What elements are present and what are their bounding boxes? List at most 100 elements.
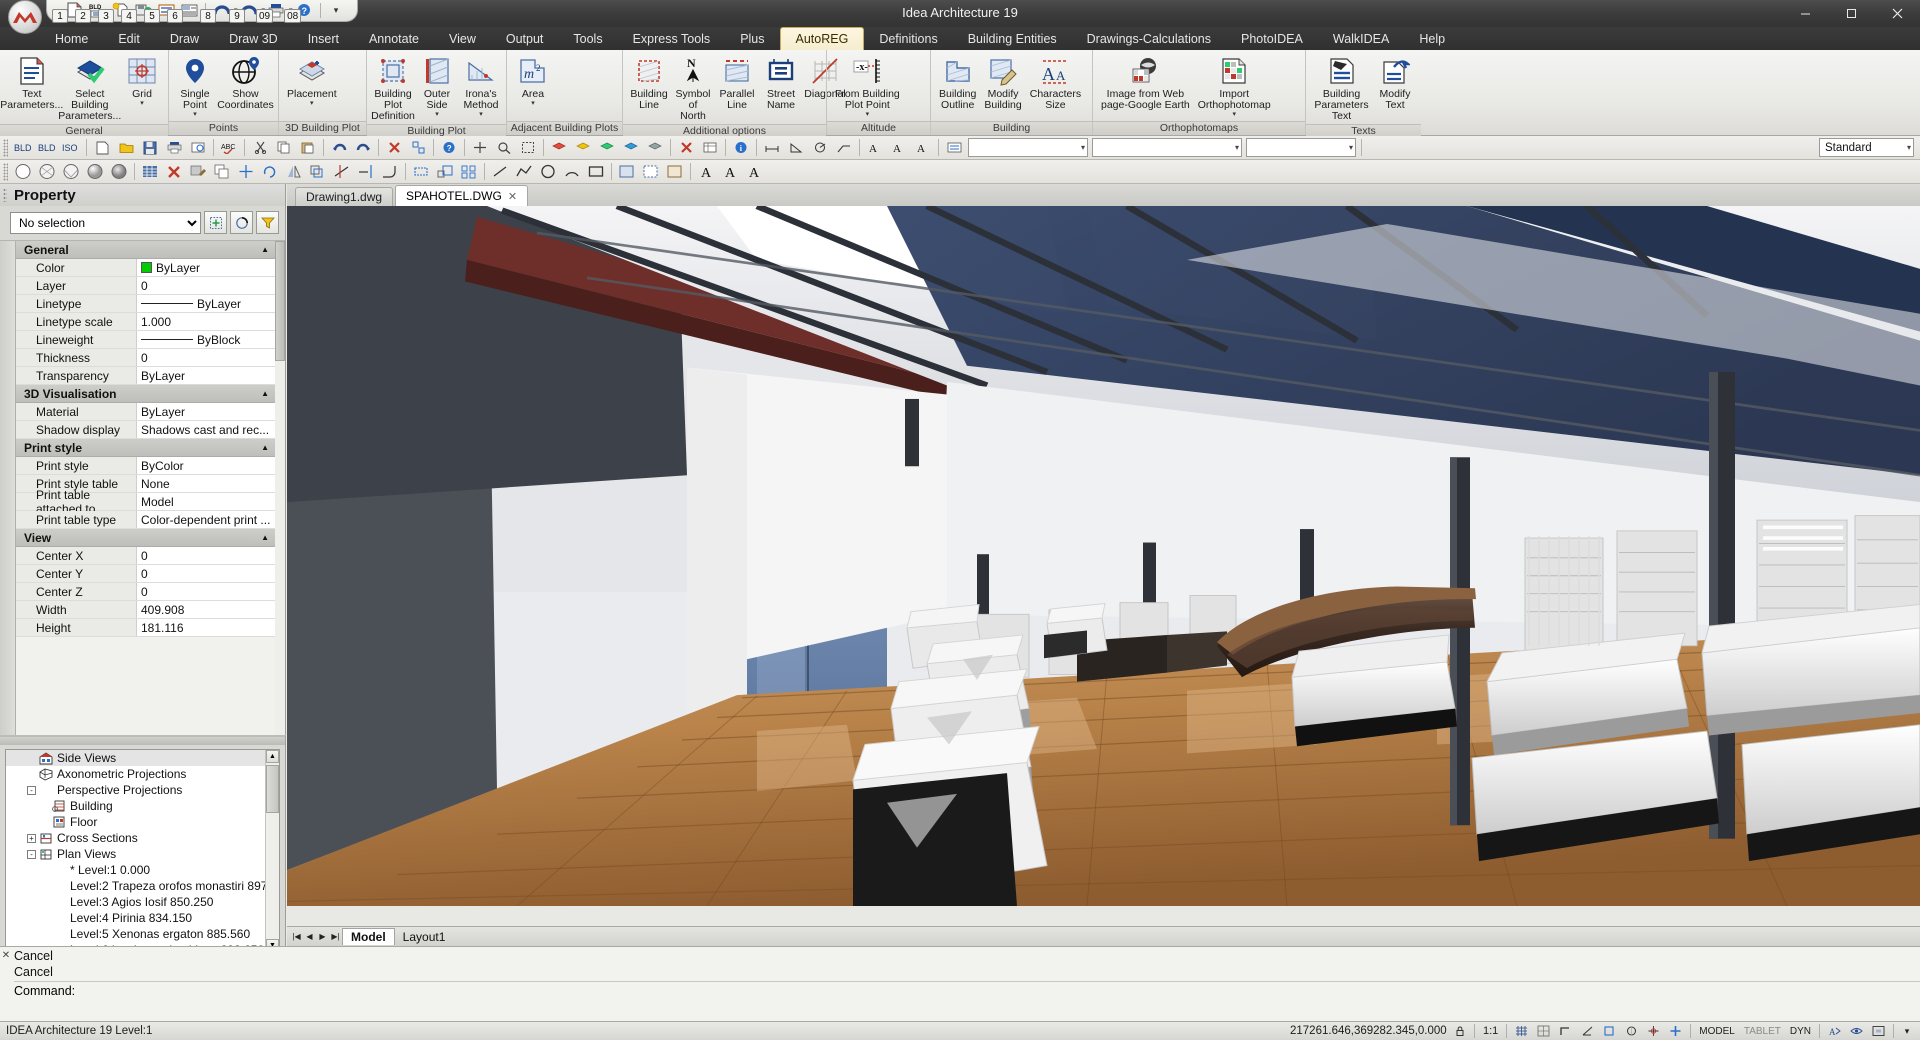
- offset-icon[interactable]: [307, 161, 329, 182]
- hatch-icon[interactable]: [139, 161, 161, 182]
- property-value-cell[interactable]: 0: [137, 277, 275, 294]
- command-close-icon[interactable]: ✕: [0, 947, 12, 1021]
- tree-toggle-box[interactable]: -: [27, 786, 36, 795]
- erase-red-x-icon[interactable]: [383, 137, 405, 158]
- layer-bld-button[interactable]: BLD: [12, 137, 34, 158]
- paste-icon[interactable]: [297, 137, 319, 158]
- circle-icon[interactable]: [537, 161, 559, 182]
- ribbon-button-street-name[interactable]: Street Name: [759, 53, 803, 113]
- layer-blue-icon[interactable]: [620, 137, 642, 158]
- copy-icon[interactable]: [273, 137, 295, 158]
- tree-node[interactable]: Level:5 Xenonas ergaton 885.560: [6, 926, 279, 942]
- zoom-window-icon[interactable]: [493, 137, 515, 158]
- property-value-cell[interactable]: 181.116: [137, 619, 275, 636]
- ribbon-tab-output[interactable]: Output: [491, 27, 559, 50]
- ribbon-button-area-m2[interactable]: m2Area▾: [511, 53, 555, 110]
- property-row[interactable]: LinetypeByLayer: [16, 295, 275, 313]
- shade-3d-wireframe-icon[interactable]: [36, 161, 58, 182]
- property-row[interactable]: Thickness0: [16, 349, 275, 367]
- property-row[interactable]: Layer0: [16, 277, 275, 295]
- zoom-extents-icon[interactable]: [517, 137, 539, 158]
- fillet-icon[interactable]: [379, 161, 401, 182]
- help-toolbar-icon[interactable]: ?: [438, 137, 460, 158]
- ribbon-button-show-coordinates[interactable]: Show Coordinates: [217, 53, 274, 113]
- property-value-cell[interactable]: Model: [137, 493, 275, 510]
- tree-expand-toggle[interactable]: +: [25, 830, 38, 846]
- property-row[interactable]: ColorByLayer: [16, 259, 275, 277]
- text-style-icon[interactable]: A: [888, 137, 910, 158]
- tree-scroll-thumb[interactable]: [266, 765, 279, 813]
- tree-node[interactable]: Axonometric Projections: [6, 766, 279, 782]
- tree-scroll-up-button[interactable]: ▲: [266, 750, 279, 763]
- ribbon-button-building-line[interactable]: Building Line: [627, 53, 671, 113]
- ribbon-button-ironas-method[interactable]: Irona's Method▾: [459, 53, 503, 121]
- ribbon-tab-annotate[interactable]: Annotate: [354, 27, 434, 50]
- chevron-toggle-icon[interactable]: ▲: [261, 389, 269, 398]
- ribbon-tab-edit[interactable]: Edit: [103, 27, 155, 50]
- ribbon-tab-draw[interactable]: Draw: [155, 27, 214, 50]
- close-icon[interactable]: ✕: [508, 190, 517, 203]
- layout-nav-button-3[interactable]: ▶|: [329, 930, 342, 944]
- move-icon[interactable]: [235, 161, 257, 182]
- copy-object-icon[interactable]: [211, 161, 233, 182]
- document-tab[interactable]: SPAHOTEL.DWG✕: [395, 185, 528, 206]
- panel-grip[interactable]: [3, 188, 7, 202]
- tree-node[interactable]: Level:3 Agios Iosif 850.250: [6, 894, 279, 910]
- delete-red-x-icon-2[interactable]: [163, 161, 185, 182]
- property-row[interactable]: TransparencyByLayer: [16, 367, 275, 385]
- dyn-input-button[interactable]: [1665, 1023, 1686, 1039]
- layer-props-icon[interactable]: [943, 137, 965, 158]
- ribbon-button-single-point[interactable]: Single Point▾: [173, 53, 217, 121]
- tree-node[interactable]: +Cross Sections: [6, 830, 279, 846]
- drawing-canvas[interactable]: [287, 206, 1920, 906]
- layout-tab[interactable]: Model: [342, 928, 395, 945]
- toolbar-grip-2[interactable]: [3, 163, 8, 181]
- explode-icon[interactable]: [407, 137, 429, 158]
- ribbon-button-building-parameters-text[interactable]: Building Parameters Text: [1310, 53, 1373, 124]
- ribbon-button-import-orthophotomap[interactable]: Import Orthophotomap▾: [1194, 53, 1275, 121]
- ribbon-tab-view[interactable]: View: [434, 27, 491, 50]
- edit-hatch-icon[interactable]: [187, 161, 209, 182]
- command-prompt[interactable]: Command:: [14, 981, 1920, 999]
- dim-radius-icon[interactable]: [809, 137, 831, 158]
- open-folder-icon[interactable]: [115, 137, 137, 158]
- tree-node[interactable]: Floor: [6, 814, 279, 830]
- tree-node[interactable]: Side Views: [6, 750, 279, 766]
- wblock-icon[interactable]: [664, 161, 686, 182]
- tree-toggle-box[interactable]: -: [27, 850, 36, 859]
- qat-overflow-button[interactable]: ▾: [326, 1, 347, 20]
- ribbon-tab-help[interactable]: Help: [1404, 27, 1460, 50]
- ribbon-button-outer-side[interactable]: Outer Side▾: [415, 53, 459, 121]
- ribbon-button-select-building-parameters[interactable]: Select Building Parameters...: [60, 53, 120, 124]
- layer-iso-button[interactable]: ISO: [60, 137, 82, 158]
- status-model-label[interactable]: MODEL: [1695, 1023, 1739, 1039]
- tree-node[interactable]: * Level:1 0.000: [6, 862, 279, 878]
- extend-icon[interactable]: [355, 161, 377, 182]
- property-value-cell[interactable]: ByLayer: [137, 295, 275, 312]
- tree-node[interactable]: Building: [6, 798, 279, 814]
- chevron-down-icon[interactable]: ▾: [435, 111, 439, 119]
- property-row[interactable]: MaterialByLayer: [16, 403, 275, 421]
- tree-toggle-box[interactable]: +: [27, 834, 36, 843]
- ribbon-button-grid[interactable]: Grid▾: [120, 53, 164, 110]
- property-row[interactable]: Center Z0: [16, 583, 275, 601]
- property-row[interactable]: Linetype scale1.000: [16, 313, 275, 331]
- layer-red-icon[interactable]: [548, 137, 570, 158]
- ribbon-tab-draw-3d[interactable]: Draw 3D: [214, 27, 293, 50]
- close-button[interactable]: [1874, 0, 1920, 27]
- text-a-icon-2[interactable]: A: [719, 161, 741, 182]
- ribbon-tab-tools[interactable]: Tools: [558, 27, 617, 50]
- status-lock-icon[interactable]: [1450, 1023, 1470, 1039]
- layer-gray-icon[interactable]: [644, 137, 666, 158]
- property-row[interactable]: Print table typeColor-dependent print ..…: [16, 511, 275, 529]
- tree-node[interactable]: Level:2 Trapeza orofos monastiri 897.5: [6, 878, 279, 894]
- status-menu-arrow[interactable]: ▾: [1898, 1023, 1916, 1039]
- ribbon-tab-walkidea[interactable]: WalkIDEA: [1318, 27, 1405, 50]
- status-tablet-label[interactable]: TABLET: [1740, 1023, 1785, 1039]
- array-icon[interactable]: [458, 161, 480, 182]
- snap-button[interactable]: [1511, 1023, 1532, 1039]
- ribbon-tab-building-entities[interactable]: Building Entities: [953, 27, 1072, 50]
- property-row[interactable]: Print styleByColor: [16, 457, 275, 475]
- property-value-cell[interactable]: ByLayer: [137, 367, 275, 384]
- ribbon-button-modify-text[interactable]: Modify Text: [1373, 53, 1417, 113]
